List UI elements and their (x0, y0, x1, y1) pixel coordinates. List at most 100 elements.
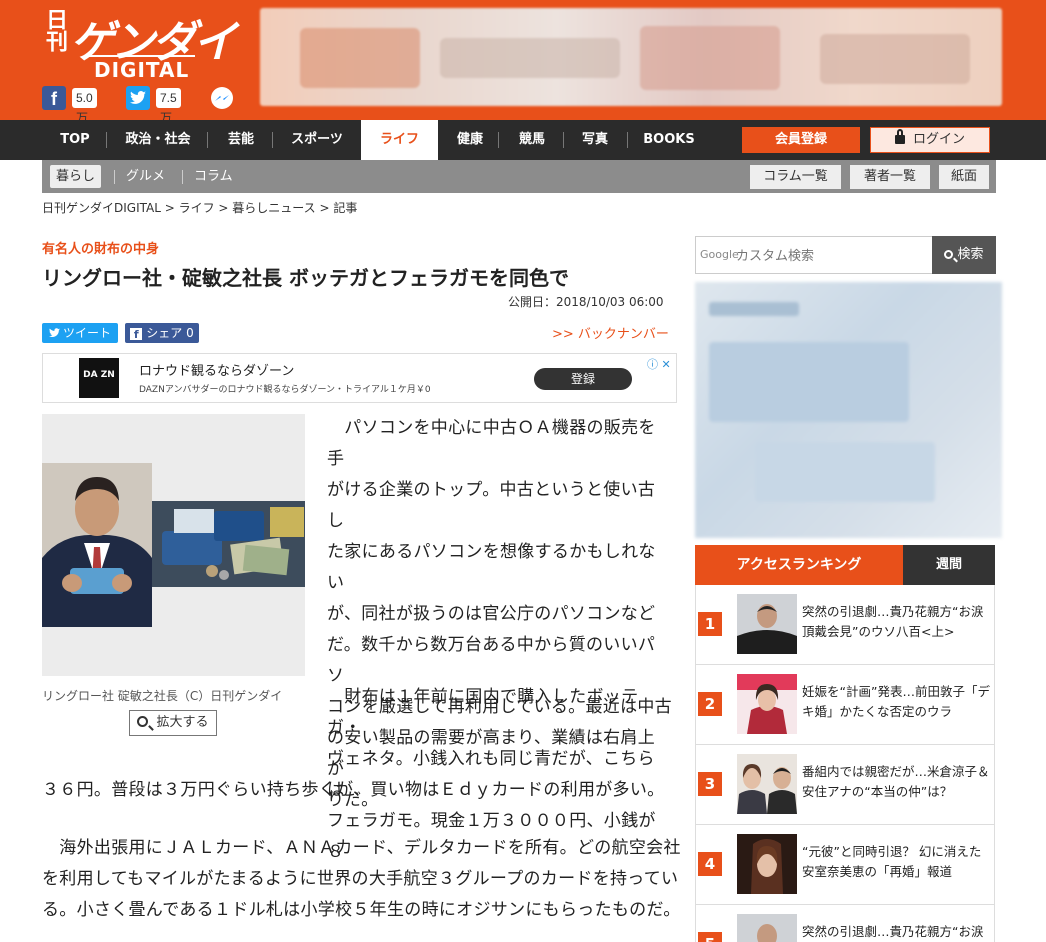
logo-nikkan: 日刊 (42, 8, 67, 52)
dazn-logo: DA ZN (79, 358, 119, 398)
nav-divider (627, 132, 628, 148)
paragraph-line: が、同社が扱うのは官公庁のパソコンなど (327, 604, 656, 624)
nav-item-sports[interactable]: スポーツ (280, 120, 354, 160)
breadcrumb[interactable]: 日刊ゲンダイDIGITAL > ライフ > 暮らしニュース > 記事 (42, 199, 357, 216)
paragraph-line: 財布は１年前に国内で購入したボッテガ・ (327, 687, 639, 738)
tweet-label: ツイート (62, 326, 111, 340)
portrait-photo (42, 463, 152, 627)
backnumber-link[interactable]: >> バックナンバー (552, 323, 669, 342)
article-category[interactable]: 有名人の財布の中身 (42, 238, 159, 257)
rank-number: 3 (698, 772, 722, 796)
subnav-item-gourmet[interactable]: グルメ (126, 160, 165, 193)
ad-register-button[interactable]: 登録 (534, 368, 632, 390)
ranking-item[interactable]: 1 突然の引退劇…貴乃花親方“お涙頂戴会見”のウソ八百<上> (696, 585, 994, 665)
ranking-title[interactable]: 番組内では親密だが…米倉涼子＆安住アナの“本当の仲”は？ (802, 762, 990, 802)
paragraph-line: ３６円。普段は３万円ぐらい持ち歩くが、買い物はＥｄｙカードの利用が多い。 (42, 780, 665, 800)
wallet-photo (152, 501, 305, 587)
subnav-item-kurashi[interactable]: 暮らし (50, 165, 102, 188)
register-button[interactable]: 会員登録 (742, 127, 860, 153)
rank-number: 4 (698, 852, 722, 876)
search-button-label: 検索 (957, 247, 984, 262)
nav-item-books[interactable]: BOOKS (636, 120, 702, 160)
photo-caption: リングロー社 碇敏之社長（C）日刊ゲンダイ (42, 689, 283, 703)
rank-number: 1 (698, 612, 722, 636)
paragraph-line: を利用してもマイルがたまるように世界の大手航空３グループのカードを持ってい (42, 869, 679, 889)
article-photo[interactable] (42, 414, 305, 676)
zoom-button[interactable]: 拡大する (129, 710, 217, 736)
paragraph-line: パソコンを中心に中古ＯＡ機器の販売を手 (327, 418, 656, 469)
ad-subtitle: DAZNアンバサダーのロナウド観るならダゾーン・トライアル１ケ月￥0 (139, 385, 431, 395)
ranking-thumbnail (737, 594, 797, 654)
login-label: ログイン (912, 132, 965, 147)
twitter-icon[interactable] (126, 86, 150, 110)
ranking-thumbnail (737, 914, 797, 942)
nav-item-life[interactable]: ライフ (361, 120, 438, 160)
share-label: シェア 0 (146, 326, 194, 340)
tab-access-ranking[interactable]: アクセスランキング (695, 545, 903, 585)
ranking-title[interactable]: “元彼”と同時引退？ 幻に消えた安室奈美恵の「再婚」報道 (802, 842, 990, 882)
nav-item-entertainment[interactable]: 芸能 (216, 120, 266, 160)
ranking-title[interactable]: 突然の引退劇…貴乃花親方“お涙 (802, 922, 990, 942)
paragraph-line: た家にあるパソコンを想像するかもしれない (327, 542, 656, 593)
nav-item-keiba[interactable]: 競馬 (508, 120, 556, 160)
nav-divider (563, 132, 564, 148)
paragraph-line: 海外出張用にＪＡＬカード、ＡＮＡカード、デルタカードを所有。どの航空会社 (42, 838, 681, 858)
ranking-title[interactable]: 突然の引退劇…貴乃花親方“お涙頂戴会見”のウソ八百<上> (802, 602, 990, 642)
column-list-button[interactable]: コラム一覧 (750, 165, 841, 189)
rank-number: 5 (698, 932, 722, 942)
ranking-item[interactable]: 4 “元彼”と同時引退？ 幻に消えた安室奈美恵の「再婚」報道 (696, 825, 994, 905)
logo-digital: DIGITAL (87, 55, 196, 82)
publish-date: 公開日：2018/10/03 06:00 (508, 295, 664, 309)
site-header: 日刊 ゲンダイ DIGITAL f 5.0万 7.5万 (0, 0, 1046, 125)
article-paragraph-3: 海外出張用にＪＡＬカード、ＡＮＡカード、デルタカードを所有。どの航空会社 を利用… (42, 833, 682, 926)
messenger-icon[interactable] (210, 86, 234, 110)
ranking-item[interactable]: 2 妊娠を“計画”発表…前田敦子「デキ婚」かたくな否定のウラ (696, 665, 994, 745)
nav-divider (272, 132, 273, 148)
search-button[interactable]: 検索 (932, 236, 996, 274)
nav-divider (498, 132, 499, 148)
search-icon (944, 250, 954, 259)
ranking-tabs: アクセスランキング 週間 (695, 545, 995, 585)
facebook-icon[interactable]: f (42, 86, 66, 110)
search-input[interactable] (696, 237, 932, 273)
rank-number: 2 (698, 692, 722, 716)
zoom-icon (137, 716, 149, 727)
nav-item-photo[interactable]: 写真 (572, 120, 618, 160)
sub-nav: 暮らし グルメ コラム コラム一覧 著者一覧 紙面 (42, 160, 996, 193)
tweet-button[interactable]: ツイート (42, 323, 118, 343)
subnav-item-column[interactable]: コラム (194, 160, 233, 193)
ranking-title[interactable]: 妊娠を“計画”発表…前田敦子「デキ婚」かたくな否定のウラ (802, 682, 990, 722)
author-list-button[interactable]: 著者一覧 (850, 165, 930, 189)
lock-icon (894, 129, 905, 144)
zoom-label: 拡大する (156, 715, 209, 730)
article-paragraph-2-cont: ３６円。普段は３万円ぐらい持ち歩くが、買い物はＥｄｙカードの利用が多い。 (42, 775, 682, 806)
sidebar-ad[interactable] (695, 282, 1002, 538)
nav-item-politics[interactable]: 政治・社会 (116, 120, 200, 160)
ad-title[interactable]: ロナウド観るならダゾーン (139, 360, 294, 379)
paragraph-line: がける企業のトップ。中古というと使い古し (327, 480, 656, 531)
site-search: Google 検索 (695, 236, 996, 274)
nav-item-top[interactable]: TOP (50, 120, 100, 160)
twitter-count: 7.5万 (156, 88, 181, 125)
ranking-item[interactable]: 3 番組内では親密だが…米倉涼子＆安住アナの“本当の仲”は？ (696, 745, 994, 825)
nav-divider (207, 132, 208, 148)
banner-ad[interactable] (260, 8, 1002, 106)
subnav-divider (182, 170, 183, 184)
ranking-thumbnail (737, 754, 797, 814)
ranking-thumbnail (737, 674, 797, 734)
tab-weekly[interactable]: 週間 (903, 545, 995, 585)
facebook-count: 5.0万 (72, 88, 97, 125)
login-button[interactable]: ログイン (870, 127, 990, 153)
inline-ad[interactable]: DA ZN ロナウド観るならダゾーン DAZNアンバサダーのロナウド観るならダゾ… (42, 353, 677, 403)
site-logo[interactable]: 日刊 ゲンダイ DIGITAL (42, 8, 237, 82)
ranking-list: 1 突然の引退劇…貴乃花親方“お涙頂戴会見”のウソ八百<上> 2 妊娠を“計画”… (695, 585, 995, 942)
paper-button[interactable]: 紙面 (939, 165, 989, 189)
facebook-icon: f (130, 328, 143, 341)
article-title: リングロー社・碇敏之社長 ボッテガとフェラガモを同色で (42, 266, 569, 290)
ranking-item[interactable]: 5 突然の引退劇…貴乃花親方“お涙 (696, 905, 994, 942)
nav-divider (106, 132, 107, 148)
paragraph-line: る。小さく畳んである１ドル札は小学校５年生の時にオジサンにもらったものだ。 (42, 900, 681, 920)
ad-info-icon[interactable]: ⓘ ✕ (647, 356, 671, 372)
facebook-share-button[interactable]: f シェア 0 (125, 323, 199, 343)
nav-item-health[interactable]: 健康 (448, 120, 492, 160)
